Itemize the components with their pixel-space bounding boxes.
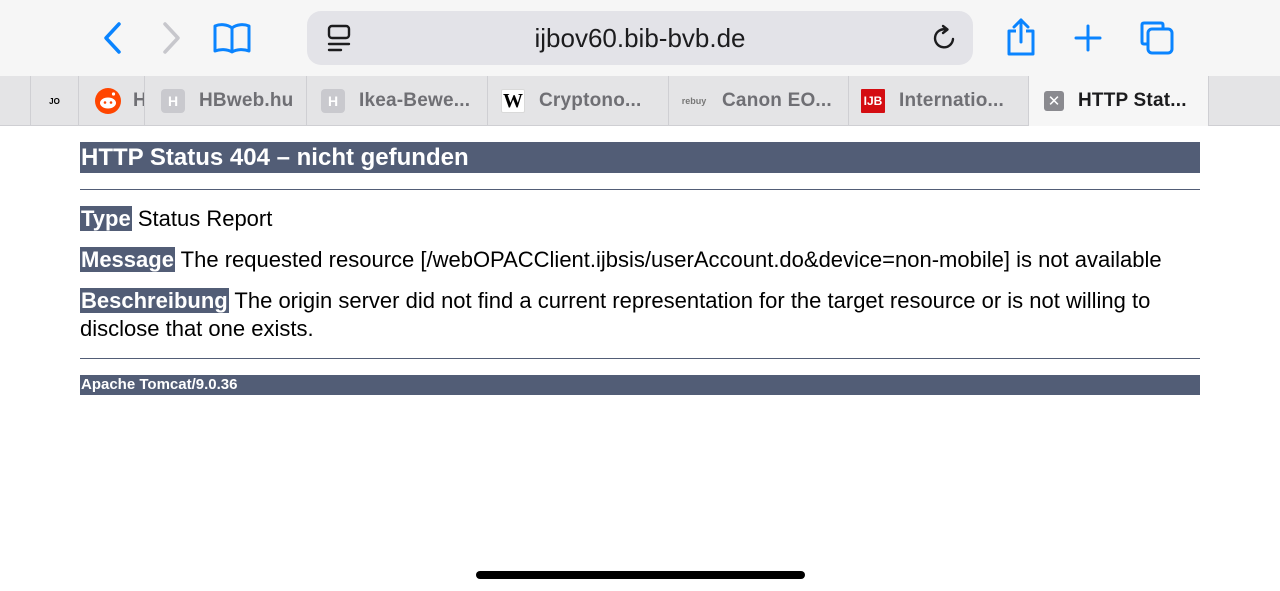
plus-icon: [1074, 24, 1102, 52]
tab-label: Canon EO...: [722, 90, 832, 111]
message-row: Message The requested resource [/webOPAC…: [80, 246, 1200, 274]
h-favicon-icon: H: [321, 89, 345, 113]
url-text: ijbov60.bib-bvb.de: [534, 23, 746, 53]
chevron-right-icon: [163, 22, 180, 54]
tab-international[interactable]: IJB Internatio...: [848, 76, 1028, 126]
tabs-icon: [1140, 21, 1174, 55]
tab-hbweb[interactable]: H HBweb.hu: [144, 76, 306, 126]
description-row: Beschreibung The origin server did not f…: [80, 287, 1200, 343]
tab-label: Cryptono...: [539, 90, 642, 111]
browser-toolbar: ijbov60.bib-bvb.de: [0, 0, 1280, 76]
h-favicon-icon: H: [161, 89, 185, 113]
back-button[interactable]: [96, 20, 128, 56]
home-indicator[interactable]: [476, 571, 805, 579]
share-icon: [1007, 18, 1035, 56]
forward-button[interactable]: [156, 20, 188, 56]
tab-overview-button[interactable]: [1138, 20, 1176, 56]
error-page: HTTP Status 404 – nicht gefunden Type St…: [80, 142, 1200, 395]
chevron-left-icon: [104, 22, 121, 54]
tab-label: Ikea-Bewe...: [359, 90, 471, 111]
server-footer: Apache Tomcat/9.0.36: [80, 375, 1200, 395]
type-label: Type: [80, 206, 132, 231]
tab-bar: JO H H HBweb.hu H Ikea-Bewe... W Crypton…: [0, 76, 1280, 126]
description-value: The origin server did not find a current…: [80, 288, 1151, 341]
tab-label: HTTP Stat...: [1078, 90, 1187, 111]
message-value: The requested resource [/webOPACClient.i…: [180, 247, 1162, 272]
divider: [80, 189, 1200, 190]
tab-canon[interactable]: rebuy Canon EO...: [668, 76, 848, 126]
wikipedia-icon: W: [501, 89, 525, 113]
new-tab-button[interactable]: [1072, 22, 1104, 54]
message-label: Message: [80, 247, 175, 272]
tab-reddit[interactable]: H: [78, 76, 144, 126]
tab-http-status[interactable]: ✕ HTTP Stat...: [1028, 76, 1209, 126]
address-bar[interactable]: ijbov60.bib-bvb.de: [307, 11, 973, 65]
reload-button[interactable]: [931, 24, 959, 52]
tab-label: HBweb.hu: [199, 90, 294, 111]
close-tab-icon[interactable]: ✕: [1044, 91, 1064, 111]
reddit-icon: [95, 88, 121, 114]
book-icon: [213, 23, 251, 54]
divider: [80, 358, 1200, 359]
jo-favicon-icon: JO: [49, 96, 60, 106]
reload-icon: [933, 24, 955, 49]
bookmarks-button[interactable]: [211, 20, 253, 56]
tab-label: H: [133, 90, 144, 112]
page-title: HTTP Status 404 – nicht gefunden: [80, 142, 1200, 173]
rebuy-icon: rebuy: [681, 96, 707, 106]
type-row: Type Status Report: [80, 205, 1200, 233]
tab-cryptonomicon[interactable]: W Cryptono...: [487, 76, 668, 126]
share-button[interactable]: [1004, 16, 1038, 58]
type-value: Status Report: [137, 206, 273, 231]
tab-ikea[interactable]: H Ikea-Bewe...: [306, 76, 487, 126]
description-label: Beschreibung: [80, 288, 229, 313]
tab-label: Internatio...: [899, 90, 1004, 111]
tab-pinned[interactable]: JO: [30, 76, 78, 126]
ijb-favicon-icon: IJB: [861, 89, 885, 113]
